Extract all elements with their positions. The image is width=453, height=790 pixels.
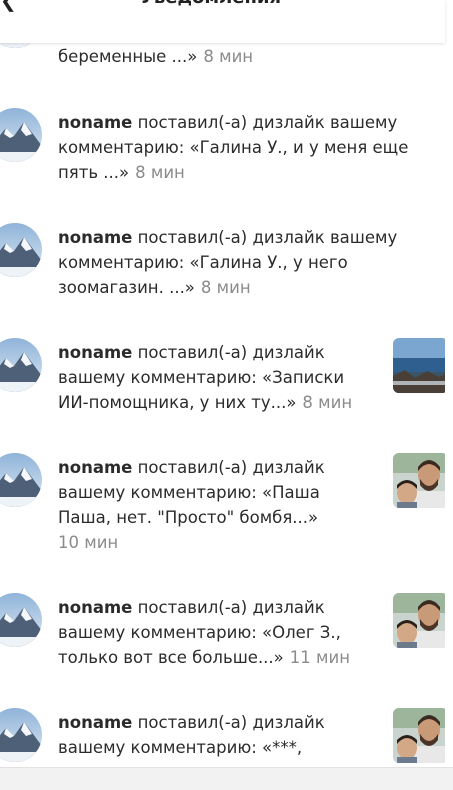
notification-line: комментарию: «Галина У., у него	[58, 253, 348, 272]
notification-text: беременные ...»	[58, 47, 198, 66]
notification-line: зоомагазин. ...»	[58, 278, 195, 297]
notification-time: 8 мин	[200, 278, 251, 297]
notification-time: 11 мин	[289, 648, 350, 667]
notification-user[interactable]: noname	[58, 713, 132, 732]
notification-line: поставил(-а) дизлайк	[137, 713, 325, 732]
top-bar: ❮ Уведомления	[0, 0, 445, 43]
notification-line: пять ...»	[58, 163, 130, 182]
notification-user[interactable]: noname	[58, 343, 132, 362]
notification-line: поставил(-а) дизлайк	[137, 343, 325, 362]
notification-user[interactable]: noname	[58, 598, 132, 617]
notification-line: вашему комментарию: «***,	[58, 738, 303, 757]
bottom-bar	[0, 767, 453, 790]
people-photo-thumbnail[interactable]	[393, 453, 445, 508]
mountain-avatar-icon[interactable]	[0, 593, 42, 647]
notification-line: поставил(-а) дизлайк	[137, 458, 325, 477]
notification-line: вашему комментарию: «Записки	[58, 368, 345, 387]
notification-line: ИИ-помощника, у них ту...»	[58, 393, 297, 412]
notification-user[interactable]: noname	[58, 458, 132, 477]
notification-line: поставил(-а) дизлайк	[137, 598, 325, 617]
notification-line: вашему комментарию: «Олег З.,	[58, 623, 341, 642]
notification-line: только вот все больше...»	[58, 648, 284, 667]
arrow-left-icon[interactable]: ❮	[0, 0, 17, 12]
notification-time: 8 мин	[203, 47, 254, 66]
notification-line: поставил(-а) дизлайк вашему	[137, 113, 398, 132]
notification-user[interactable]: noname	[58, 113, 132, 132]
mountain-avatar-icon[interactable]	[0, 453, 42, 507]
notification-line: вашему комментарию: «Паша	[58, 483, 320, 502]
notification-user[interactable]: noname	[58, 228, 132, 247]
notification-line: комментарию: «Галина У., и у меня еще	[58, 138, 409, 157]
seascape-thumbnail[interactable]	[393, 338, 445, 393]
notification-line: поставил(-а) дизлайк вашему	[137, 228, 398, 247]
mountain-avatar-icon[interactable]	[0, 338, 42, 392]
notification-time: 8 мин	[135, 163, 185, 182]
notification-feed: беременные ...» 8 мин noname поставил(-а)…	[0, 0, 445, 767]
page-title: Уведомления	[140, 0, 281, 8]
mountain-avatar-icon[interactable]	[0, 108, 42, 162]
notification-line: Паша, нет. "Просто" бомбя...»	[58, 508, 319, 527]
notification-time: 10 мин	[58, 533, 119, 552]
people-photo-thumbnail[interactable]	[393, 708, 445, 763]
notification-time: 8 мин	[302, 393, 353, 412]
mountain-avatar-icon[interactable]	[0, 708, 42, 762]
mountain-avatar-icon[interactable]	[0, 223, 42, 277]
people-photo-thumbnail[interactable]	[393, 593, 445, 648]
